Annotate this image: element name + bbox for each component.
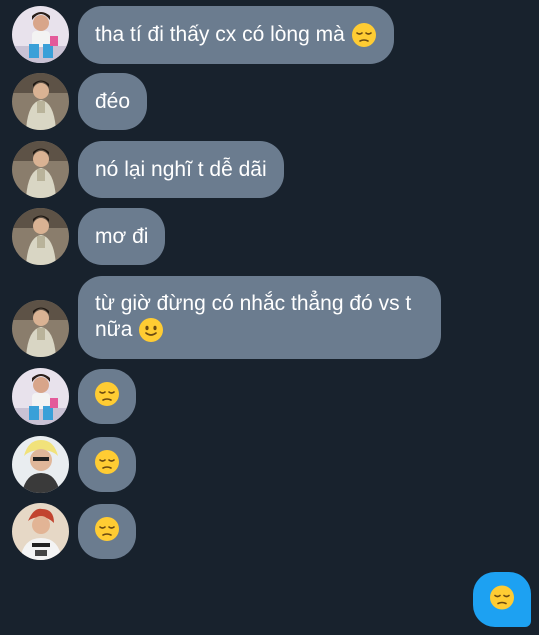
avatar-blonde[interactable] [12,436,69,493]
message-bubble[interactable]: từ giờ đừng có nhắc thẳng đó vs t nữa [78,276,441,360]
message-bubble[interactable]: tha tí đi thấy cx có lòng mà [78,6,394,65]
chat-screen: { "messages": [ { "sender": "avatar-girl… [0,0,539,635]
message-text: đéo [95,90,131,113]
pensive-emoji-icon [94,449,120,481]
avatar-man[interactable] [12,73,69,130]
avatar-girl[interactable] [12,6,69,63]
message-bubble[interactable] [78,437,136,492]
pensive-emoji-icon [94,381,120,413]
message-text: nữa [95,318,133,341]
slightly-smiling-emoji-icon [138,317,164,343]
pensive-emoji-icon [489,584,515,615]
outgoing-message-bubble[interactable] [473,572,531,627]
avatar-girl[interactable] [12,368,69,425]
message-text: nó lại nghĩ t dễ dãi [95,158,267,181]
pensive-emoji-icon [94,516,120,548]
avatar-redhair[interactable] [12,503,69,560]
message-bubble[interactable]: nó lại nghĩ t dễ dãi [78,141,284,198]
message-text: tha tí đi thấy cx có lòng mà [95,23,345,46]
message-bubble[interactable]: mơ đi [78,208,166,265]
avatar-man[interactable] [12,208,69,265]
message-bubble[interactable] [78,369,136,424]
message-bubble[interactable] [78,504,136,559]
pensive-emoji-icon [351,22,377,48]
message-text-line: từ giờ đừng có nhắc thẳng đó vs t [95,292,412,315]
message-text-line-2: nữa [95,317,424,343]
avatar-man[interactable] [12,300,69,357]
message-text: mơ đi [95,225,149,248]
avatar-man[interactable] [12,141,69,198]
message-bubble[interactable]: đéo [78,73,148,130]
